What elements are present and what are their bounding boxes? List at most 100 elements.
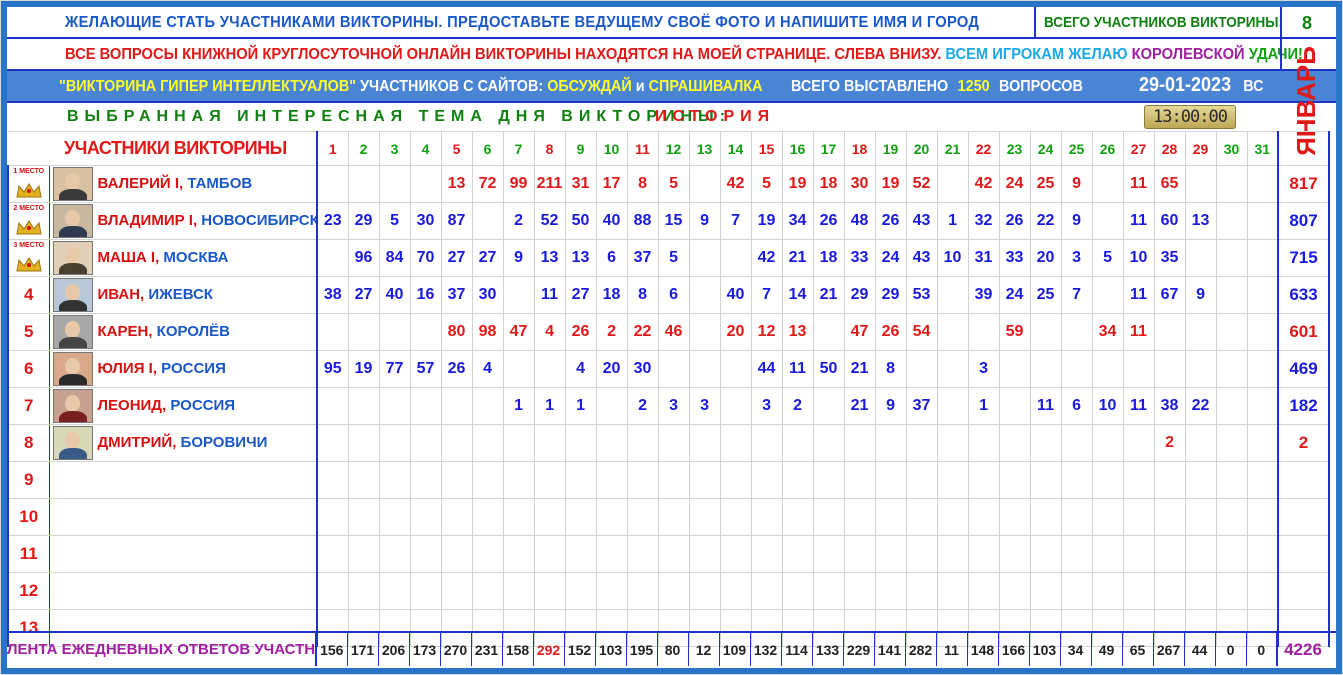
score-cell: 8 bbox=[626, 276, 659, 314]
participant-city: БОРОВИЧИ bbox=[180, 433, 268, 451]
medal-icon: 3 МЕСТО bbox=[10, 242, 48, 274]
participant-cell: ВЛАДИМИР І, НОВОСИБИРСК bbox=[48, 202, 319, 240]
score-cell bbox=[936, 387, 969, 425]
score-cell bbox=[409, 387, 442, 425]
score-cell bbox=[1091, 350, 1124, 388]
scoreboard-frame: ЖЕЛАЮЩИЕ СТАТЬ УЧАСТНИКАМИ ВИКТОРИНЫ. ПР… bbox=[0, 0, 1343, 675]
header-row-theme: ВЫБРАННАЯ ИНТЕРЕСНАЯ ТЕМА ДНЯ ВИКТОРИНЫ:… bbox=[7, 103, 1336, 131]
score-cell: 32 bbox=[967, 202, 1000, 240]
score-cell bbox=[316, 424, 349, 462]
day-header-29: 29 bbox=[1184, 131, 1217, 166]
day-header-17: 17 bbox=[812, 131, 845, 166]
score-cell bbox=[1060, 572, 1093, 610]
score-cell bbox=[750, 572, 783, 610]
day-header-26: 26 bbox=[1091, 131, 1124, 166]
daily-total: 49 bbox=[1091, 633, 1123, 666]
score-cell bbox=[750, 461, 783, 499]
score-cell: 37 bbox=[626, 239, 659, 277]
participant-name: МАША І, bbox=[97, 248, 160, 266]
score-cell bbox=[719, 424, 752, 462]
daily-answers-label: ЛЕНТА ЕЖЕДНЕВНЫХ ОТВЕТОВ УЧАСТНИКОВ bbox=[7, 633, 318, 666]
score-cell: 211 bbox=[533, 165, 566, 203]
participant-total: 182 bbox=[1277, 387, 1331, 425]
score-cell: 37 bbox=[440, 276, 473, 314]
score-cell: 2 bbox=[502, 202, 535, 240]
score-cell bbox=[1029, 350, 1062, 388]
score-cell bbox=[1246, 461, 1279, 499]
score-cell: 99 bbox=[502, 165, 535, 203]
participant-total: 807 bbox=[1277, 202, 1331, 240]
invite-text: ЖЕЛАЮЩИЕ СТАТЬ УЧАСТНИКАМИ ВИКТОРИНЫ. ПР… bbox=[65, 14, 980, 31]
weekday-value: ВС bbox=[1243, 78, 1264, 95]
daily-total: 132 bbox=[750, 633, 782, 666]
participant-row: 6 ЮЛИЯ І, РОССИЯ 95 19 77 57 26 4 4 20 30 44 11 50 21 8… bbox=[7, 350, 1331, 388]
score-cell bbox=[905, 498, 938, 536]
score-cell bbox=[1184, 498, 1217, 536]
score-cell bbox=[1060, 498, 1093, 536]
daily-total: 133 bbox=[812, 633, 844, 666]
score-cell bbox=[936, 276, 969, 314]
day-header-5: 5 bbox=[440, 131, 473, 166]
score-cell bbox=[781, 498, 814, 536]
day-header-8: 8 bbox=[533, 131, 566, 166]
place-cell: 2 МЕСТО bbox=[7, 202, 50, 240]
medal-icon: 2 МЕСТО bbox=[10, 205, 48, 237]
site-sprashivalka[interactable]: СПРАШИВАЛКА bbox=[649, 78, 763, 95]
participant-city: МОСКВА bbox=[163, 248, 229, 266]
day-header-10: 10 bbox=[595, 131, 628, 166]
score-cell: 21 bbox=[843, 350, 876, 388]
score-cell bbox=[998, 350, 1031, 388]
day-header-27: 27 bbox=[1122, 131, 1155, 166]
participant-total bbox=[1277, 461, 1331, 499]
score-cell bbox=[533, 424, 566, 462]
day-header-21: 21 bbox=[936, 131, 969, 166]
day-header-14: 14 bbox=[719, 131, 752, 166]
participant-name: ЛЕОНИД, bbox=[97, 396, 167, 414]
scoreboard: ЖЕЛАЮЩИЕ СТАТЬ УЧАСТНИКАМИ ВИКТОРИНЫ. ПР… bbox=[7, 7, 1336, 668]
score-cell: 11 bbox=[1029, 387, 1062, 425]
score-cell: 29 bbox=[874, 276, 907, 314]
score-cell: 11 bbox=[781, 350, 814, 388]
score-cell: 47 bbox=[502, 313, 535, 351]
avatar bbox=[52, 167, 93, 201]
score-cell bbox=[316, 165, 349, 203]
score-cell bbox=[905, 424, 938, 462]
clock-time: 13:00:00 bbox=[1153, 107, 1228, 127]
score-cell: 20 bbox=[1029, 239, 1062, 277]
score-cell bbox=[626, 572, 659, 610]
score-cell bbox=[1091, 535, 1124, 573]
daily-total: 158 bbox=[502, 633, 534, 666]
score-cell bbox=[688, 424, 721, 462]
score-cell: 46 bbox=[657, 313, 690, 351]
daily-total: 44 bbox=[1184, 633, 1216, 666]
total-questions-value: 1250 bbox=[957, 78, 990, 95]
site-obsuzhdai[interactable]: ОБСУЖДАЙ bbox=[547, 78, 632, 95]
score-cell bbox=[347, 387, 380, 425]
score-cell: 3 bbox=[750, 387, 783, 425]
score-cell: 9 bbox=[502, 239, 535, 277]
place-cell: 1 МЕСТО bbox=[7, 165, 50, 203]
daily-total: 103 bbox=[595, 633, 627, 666]
score-cell bbox=[564, 424, 597, 462]
daily-total: 0 bbox=[1215, 633, 1247, 666]
score-cell bbox=[1122, 572, 1155, 610]
score-cell bbox=[316, 498, 349, 536]
score-cell bbox=[1029, 461, 1062, 499]
score-cell bbox=[378, 387, 411, 425]
score-cell bbox=[1184, 535, 1217, 573]
score-cell bbox=[936, 498, 969, 536]
participant-total: 469 bbox=[1277, 350, 1331, 388]
score-cell: 30 bbox=[843, 165, 876, 203]
score-cell: 6 bbox=[1060, 387, 1093, 425]
participant-row: 2 МЕСТО ВЛАДИМИР І, НОВОСИБИРСК 23 29 5 30 87 2… bbox=[7, 202, 1331, 240]
score-cell bbox=[781, 535, 814, 573]
score-cell bbox=[812, 535, 845, 573]
score-cell: 2 bbox=[626, 387, 659, 425]
grand-total: 4226 bbox=[1276, 633, 1329, 666]
participant-total bbox=[1277, 535, 1331, 573]
participant-cell bbox=[48, 535, 319, 573]
day-header-20: 20 bbox=[905, 131, 938, 166]
score-cell bbox=[936, 461, 969, 499]
score-cell bbox=[1184, 572, 1217, 610]
score-cell bbox=[936, 424, 969, 462]
